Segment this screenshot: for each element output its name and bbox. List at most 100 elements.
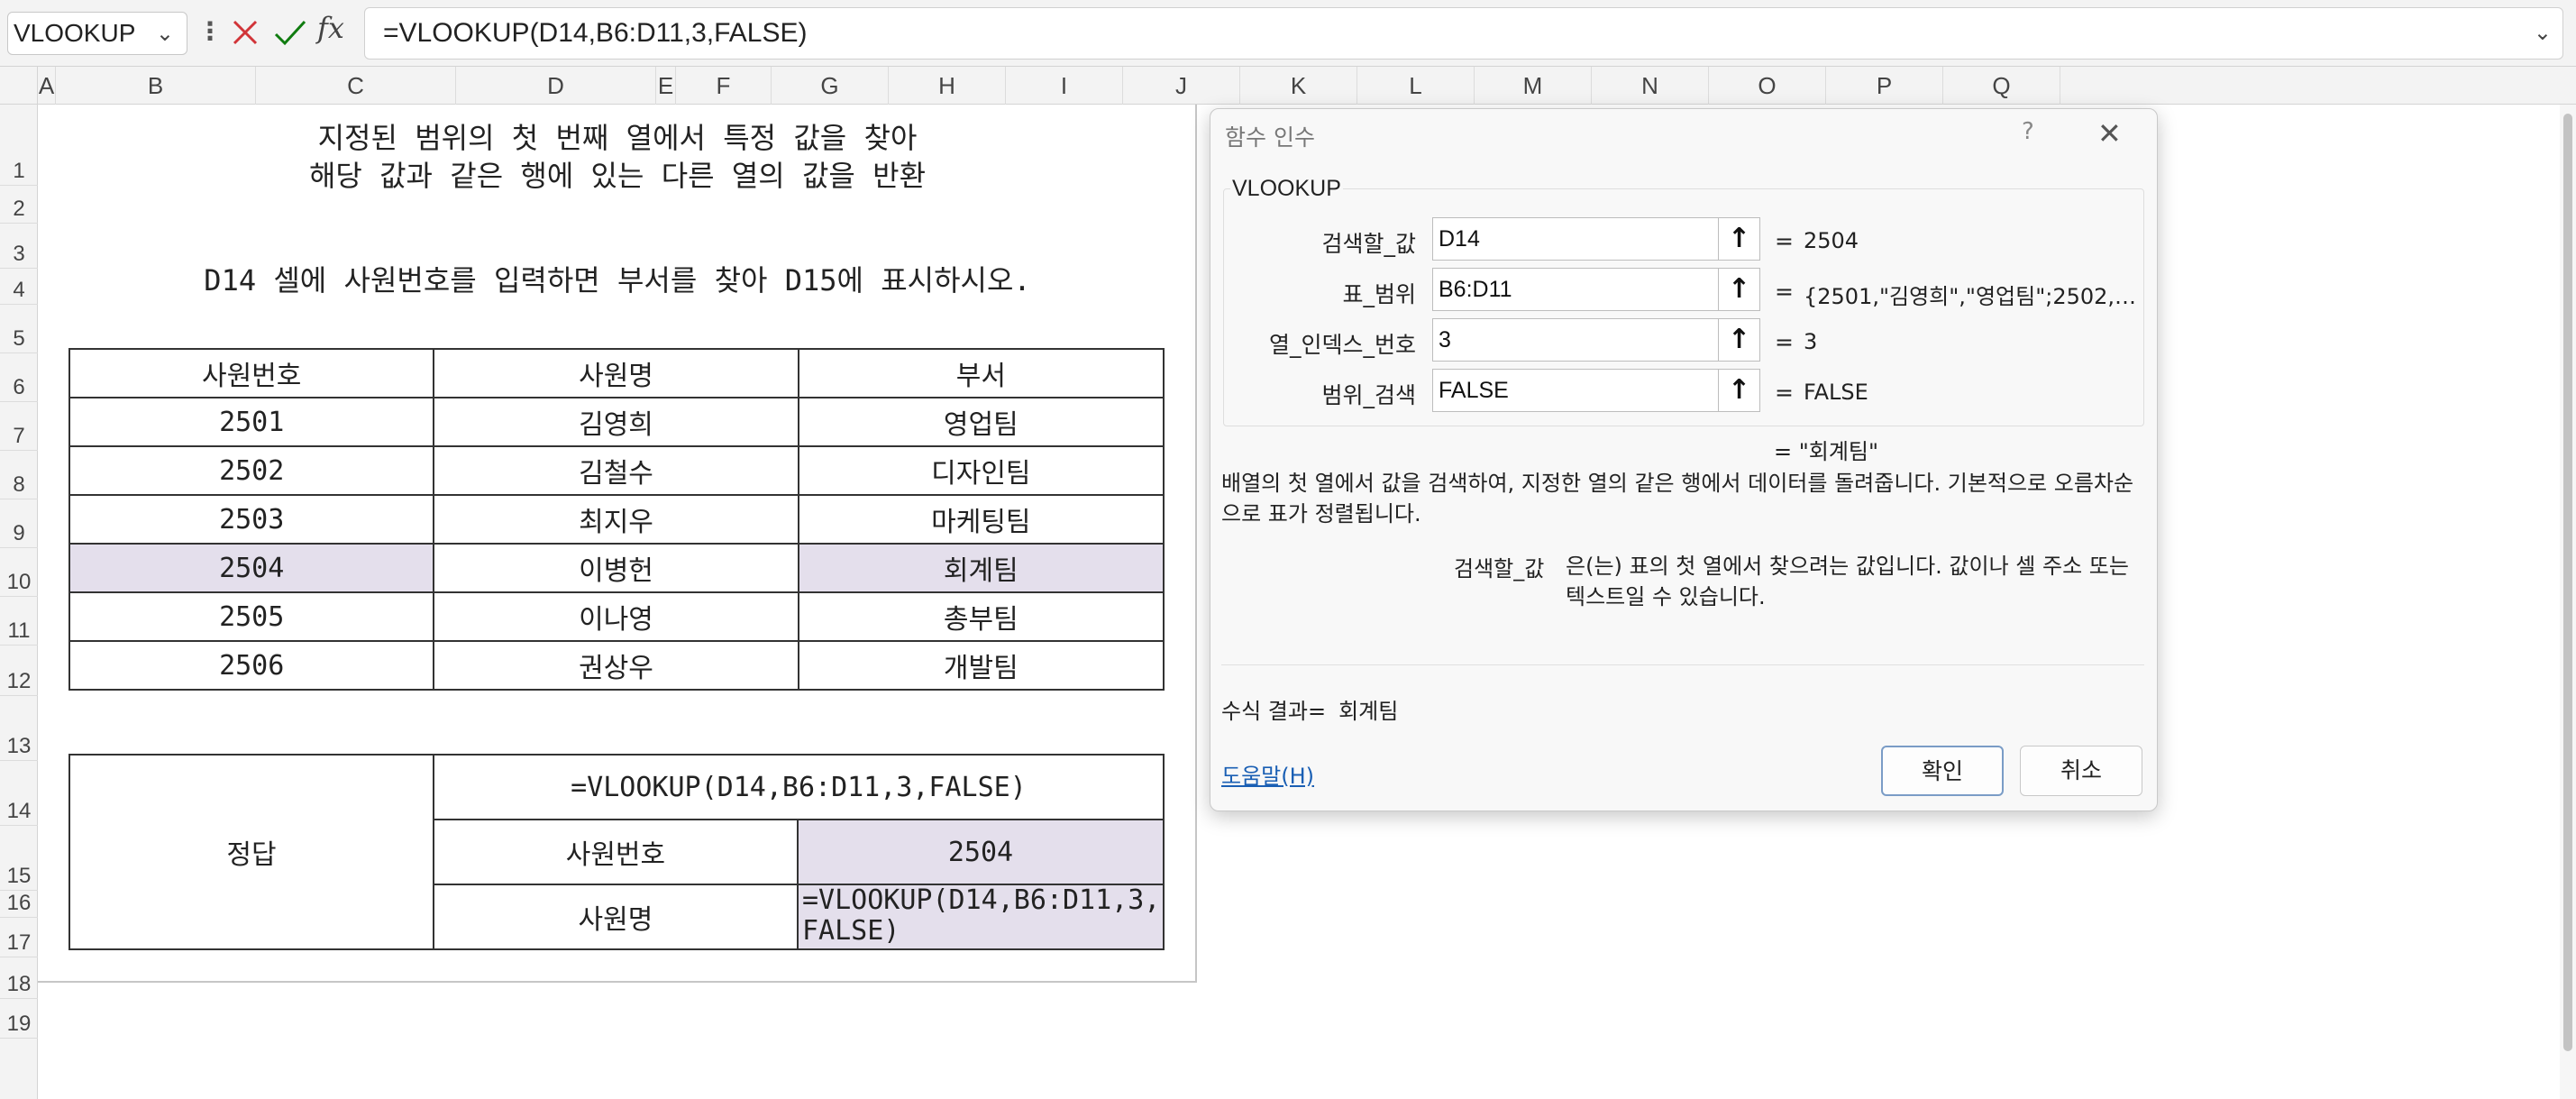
help-icon[interactable]: ? — [2022, 118, 2034, 145]
collapse-dialog-icon[interactable]: ↑ — [1719, 268, 1760, 311]
select-all-corner[interactable] — [0, 67, 38, 105]
employee-table: 사원번호 사원명 부서 2501 김영희 영업팀 2502 김철수 디자인팀 2503 최지우… — [68, 348, 1165, 691]
cell-emp-no[interactable]: 2506 — [68, 640, 435, 691]
cell-dept[interactable]: 디자인팀 — [797, 445, 1165, 496]
row-header-8[interactable]: 8 — [0, 451, 38, 499]
function-name: VLOOKUP — [1230, 176, 1343, 202]
column-header-p[interactable]: P — [1826, 67, 1943, 105]
cell-emp-name[interactable]: 김철수 — [433, 445, 799, 496]
argument-input[interactable]: D14 — [1432, 217, 1719, 261]
column-header-m[interactable]: M — [1475, 67, 1592, 105]
enter-formula-icon[interactable] — [270, 11, 310, 54]
column-header-j[interactable]: J — [1123, 67, 1240, 105]
column-header-c[interactable]: C — [256, 67, 456, 105]
row-header-7[interactable]: 7 — [0, 402, 38, 451]
header-dept[interactable]: 부서 — [797, 348, 1165, 398]
column-header-q[interactable]: Q — [1943, 67, 2060, 105]
cell-dept[interactable]: 영업팀 — [797, 397, 1165, 447]
row-header-6[interactable]: 6 — [0, 353, 38, 402]
column-headers: ABCDEFGHIJKLMNOPQ — [38, 67, 2576, 105]
column-header-b[interactable]: B — [56, 67, 256, 105]
cell-emp-no[interactable]: 2501 — [68, 397, 435, 447]
answer-label[interactable]: 정답 — [69, 754, 434, 950]
name-box[interactable]: VLOOKUP ⌄ — [7, 12, 187, 55]
cell-emp-name[interactable]: 이병헌 — [433, 543, 799, 593]
dialog-title: 함수 인수 — [1225, 124, 1315, 151]
row-header-15[interactable]: 15 — [0, 826, 38, 891]
column-header-g[interactable]: G — [772, 67, 889, 105]
ok-button[interactable]: 확인 — [1881, 746, 2004, 796]
header-emp-name[interactable]: 사원명 — [433, 348, 799, 398]
argument-input[interactable]: FALSE — [1432, 369, 1719, 412]
argument-equals: = — [1775, 329, 1794, 355]
argument-input[interactable]: 3 — [1432, 318, 1719, 362]
row-header-1[interactable]: 1 — [0, 105, 38, 186]
emp-no-label[interactable]: 사원번호 — [432, 819, 799, 885]
row-header-10[interactable]: 10 — [0, 548, 38, 597]
chevron-down-icon[interactable]: ⌄ — [2534, 8, 2552, 59]
row-header-3[interactable]: 3 — [0, 224, 38, 269]
cell-dept[interactable]: 총부팀 — [797, 591, 1165, 642]
scrollbar-thumb[interactable] — [2563, 114, 2572, 1051]
answer-formula[interactable]: =VLOOKUP(D14,B6:D11,3,FALSE) — [432, 754, 1165, 820]
cell-dept[interactable]: 개발팀 — [797, 640, 1165, 691]
emp-no-input-cell[interactable]: 2504 — [797, 819, 1165, 885]
row-header-16[interactable]: 16 — [0, 891, 38, 918]
column-header-o[interactable]: O — [1709, 67, 1826, 105]
row-header-5[interactable]: 5 — [0, 305, 38, 353]
row-header-14[interactable]: 14 — [0, 761, 38, 826]
vertical-scrollbar[interactable] — [2560, 105, 2576, 1099]
row-header-17[interactable]: 17 — [0, 918, 38, 957]
argument-label: 표_범위 — [1342, 281, 1416, 307]
formula-input[interactable]: =VLOOKUP(D14,B6:D11,3,FALSE) ⌄ — [364, 7, 2563, 60]
row-headers: 1 2 3 4 5 6 7 8 9 10 11 12 13 14 15 16 17 18 19 — [0, 105, 38, 1099]
title-line-1: 지정된 범위의 첫 번째 열에서 특정 값을 찾아 — [317, 121, 918, 155]
column-header-a[interactable]: A — [38, 67, 56, 105]
cancel-formula-icon[interactable] — [227, 11, 263, 54]
close-icon[interactable]: ✕ — [2097, 116, 2122, 151]
column-header-f[interactable]: F — [676, 67, 772, 105]
row-header-13[interactable]: 13 — [0, 696, 38, 761]
cell-emp-no[interactable]: 2503 — [68, 494, 435, 545]
table-header-row: 사원번호 사원명 부서 — [68, 348, 1165, 398]
header-emp-no[interactable]: 사원번호 — [68, 348, 435, 398]
column-header-d[interactable]: D — [456, 67, 656, 105]
column-header-e[interactable]: E — [656, 67, 676, 105]
column-header-n[interactable]: N — [1592, 67, 1709, 105]
result-cell[interactable]: =VLOOKUP(D14,B6:D11,3, FALSE) — [797, 884, 1165, 950]
insert-function-icon[interactable]: fx — [317, 11, 344, 45]
argument-label: 검색할_값 — [1321, 231, 1416, 257]
emp-name-label[interactable]: 사원명 — [432, 884, 799, 950]
cell-emp-name[interactable]: 김영희 — [433, 397, 799, 447]
cell-dept[interactable]: 마케팅팀 — [797, 494, 1165, 545]
table-row: 2506 권상우 개발팀 — [68, 640, 1165, 691]
column-header-h[interactable]: H — [889, 67, 1006, 105]
cancel-button[interactable]: 취소 — [2020, 746, 2142, 796]
cell-dept[interactable]: 회계팀 — [797, 543, 1165, 593]
column-header-k[interactable]: K — [1240, 67, 1357, 105]
column-header-l[interactable]: L — [1357, 67, 1475, 105]
cell-emp-name[interactable]: 최지우 — [433, 494, 799, 545]
row-header-19[interactable]: 19 — [0, 999, 38, 1039]
column-header-i[interactable]: I — [1006, 67, 1123, 105]
formula-text: =VLOOKUP(D14,B6:D11,3,FALSE) — [383, 18, 808, 48]
row-header-9[interactable]: 9 — [0, 499, 38, 548]
collapse-dialog-icon[interactable]: ↑ — [1719, 318, 1760, 362]
collapse-dialog-icon[interactable]: ↑ — [1719, 369, 1760, 412]
argument-input[interactable]: B6:D11 — [1432, 268, 1719, 311]
row-header-18[interactable]: 18 — [0, 957, 38, 999]
help-link[interactable]: 도움말(H) — [1221, 758, 1314, 790]
cell-emp-name[interactable]: 권상우 — [433, 640, 799, 691]
title-line-2: 해당 값과 같은 행에 있는 다른 열의 값을 반환 — [308, 159, 927, 193]
cell-emp-no[interactable]: 2505 — [68, 591, 435, 642]
collapse-dialog-icon[interactable]: ↑ — [1719, 217, 1760, 261]
cell-emp-name[interactable]: 이나영 — [433, 591, 799, 642]
row-header-2[interactable]: 2 — [0, 186, 38, 224]
more-options-icon[interactable]: ⋮ — [197, 16, 223, 46]
cell-emp-no[interactable]: 2504 — [68, 543, 435, 593]
row-header-4[interactable]: 4 — [0, 269, 38, 305]
cell-emp-no[interactable]: 2502 — [68, 445, 435, 496]
chevron-down-icon[interactable]: ⌄ — [156, 13, 174, 54]
row-header-12[interactable]: 12 — [0, 646, 38, 696]
row-header-11[interactable]: 11 — [0, 597, 38, 646]
